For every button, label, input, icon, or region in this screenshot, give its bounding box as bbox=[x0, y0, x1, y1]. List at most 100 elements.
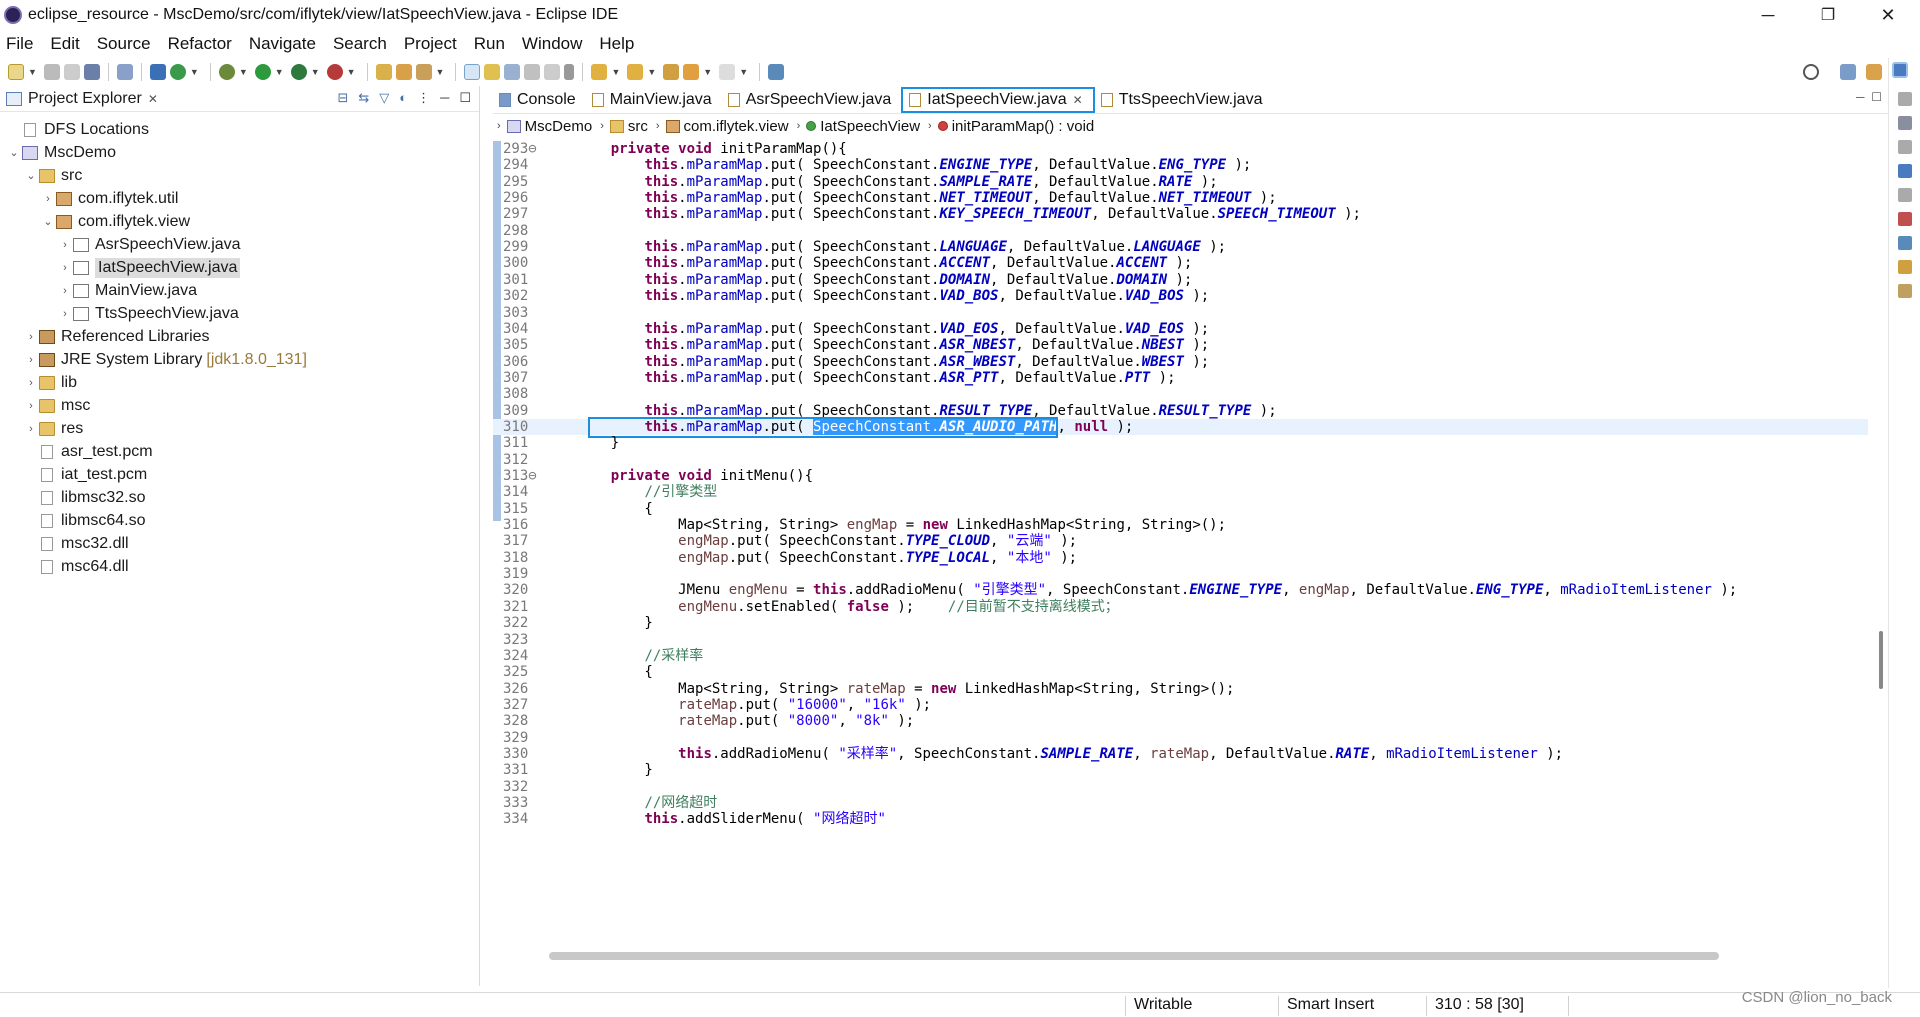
search-view-icon[interactable] bbox=[1897, 284, 1912, 298]
minimize-editor-icon[interactable]: ─ bbox=[1856, 90, 1865, 104]
forward-icon[interactable] bbox=[719, 64, 736, 80]
menu-search[interactable]: Search bbox=[333, 34, 387, 54]
code-line[interactable]: 313⊖ private void initMenu(){ bbox=[493, 468, 1868, 484]
code-line[interactable]: 303 bbox=[493, 305, 1868, 321]
word-wrap-icon[interactable] bbox=[524, 64, 541, 80]
tree-item[interactable]: › JRE System Library [jdk1.8.0_131] bbox=[0, 348, 479, 371]
code-line[interactable]: 311 } bbox=[493, 435, 1868, 451]
tab-iatspeechview-java[interactable]: IatSpeechView.java ✕ bbox=[901, 87, 1095, 113]
tree-item[interactable]: › TtsSpeechView.java bbox=[0, 302, 479, 325]
task-list-icon[interactable] bbox=[1897, 116, 1912, 130]
javadoc-icon[interactable] bbox=[1897, 236, 1912, 250]
code-line[interactable]: 305 this.mParamMap.put( SpeechConstant.A… bbox=[493, 337, 1868, 353]
refresh-icon[interactable] bbox=[169, 64, 186, 80]
tree-item[interactable]: › AsrSpeechView.java bbox=[0, 233, 479, 256]
code-line[interactable]: 319 bbox=[493, 566, 1868, 582]
block-selection-icon[interactable] bbox=[504, 64, 521, 80]
code-line[interactable]: 328 rateMap.put( "8000", "8k" ); bbox=[493, 713, 1868, 729]
restore-view-icon[interactable] bbox=[1897, 140, 1912, 154]
collapsed-chevron-icon[interactable]: › bbox=[57, 308, 73, 320]
breadcrumb-separator-icon[interactable]: › bbox=[928, 120, 932, 132]
code-line[interactable]: 326 Map<String, String> rateMap = new Li… bbox=[493, 681, 1868, 697]
code-line[interactable]: 320 JMenu engMenu = this.addRadioMenu( "… bbox=[493, 582, 1868, 598]
external-tools-icon[interactable] bbox=[326, 64, 343, 80]
debug-icon[interactable] bbox=[218, 64, 235, 80]
tab-ttsspeechview-java[interactable]: TtsSpeechView.java bbox=[1095, 87, 1273, 113]
vertical-scrollbar[interactable] bbox=[1874, 141, 1888, 966]
outline-icon[interactable] bbox=[1897, 164, 1912, 178]
code-line[interactable]: 329 bbox=[493, 730, 1868, 746]
restore-view-icon[interactable] bbox=[1897, 188, 1912, 202]
menu-window[interactable]: Window bbox=[522, 34, 582, 54]
code-line[interactable]: 301 this.mParamMap.put( SpeechConstant.D… bbox=[493, 272, 1868, 288]
tab-console[interactable]: Console bbox=[493, 87, 586, 113]
tab-asrspeechview-java[interactable]: AsrSpeechView.java bbox=[722, 87, 902, 113]
breadcrumb-separator-icon[interactable]: › bbox=[497, 120, 501, 132]
run-icon[interactable] bbox=[254, 64, 271, 80]
tree-item[interactable]: › Referenced Libraries bbox=[0, 325, 479, 348]
tree-item[interactable]: › msc bbox=[0, 394, 479, 417]
code-line[interactable]: 306 this.mParamMap.put( SpeechConstant.A… bbox=[493, 354, 1868, 370]
code-line[interactable]: 304 this.mParamMap.put( SpeechConstant.V… bbox=[493, 321, 1868, 337]
breadcrumb-item[interactable]: src bbox=[609, 118, 648, 135]
tree-item[interactable]: DFS Locations bbox=[0, 118, 479, 141]
code-editor[interactable]: 293⊖ private void initParamMap(){294 thi… bbox=[493, 141, 1868, 966]
code-line[interactable]: 314 //引擎类型 bbox=[493, 484, 1868, 500]
open-type-icon[interactable] bbox=[375, 64, 392, 80]
focus-icon[interactable]: ◐ bbox=[399, 90, 407, 106]
breadcrumb-item[interactable]: IatSpeechView bbox=[806, 118, 920, 135]
maximize-editor-icon[interactable]: ☐ bbox=[1871, 90, 1882, 104]
breadcrumb-separator-icon[interactable]: › bbox=[656, 120, 660, 132]
maximize-view-icon[interactable]: ☐ bbox=[459, 90, 471, 106]
show-whitespace-icon[interactable] bbox=[544, 64, 561, 80]
code-line[interactable]: 293⊖ private void initParamMap(){ bbox=[493, 141, 1868, 157]
restore-view-icon[interactable] bbox=[1897, 92, 1912, 106]
problems-icon[interactable] bbox=[1897, 212, 1912, 226]
vertical-scroll-thumb[interactable] bbox=[1879, 631, 1883, 689]
horizontal-scrollbar[interactable] bbox=[549, 952, 1719, 960]
breadcrumb-separator-icon[interactable]: › bbox=[600, 120, 604, 132]
breadcrumb-item[interactable]: initParamMap() : void bbox=[937, 118, 1094, 135]
minimize-view-icon[interactable]: ─ bbox=[440, 90, 449, 106]
tree-item[interactable]: msc64.dll bbox=[0, 555, 479, 578]
next-annotation-icon[interactable] bbox=[591, 64, 608, 80]
code-line[interactable]: 298 bbox=[493, 223, 1868, 239]
code-line[interactable]: 307 this.mParamMap.put( SpeechConstant.A… bbox=[493, 370, 1868, 386]
restore-button[interactable]: ❐ bbox=[1800, 0, 1856, 30]
menu-source[interactable]: Source bbox=[97, 34, 151, 54]
breadcrumb-item[interactable]: MscDemo bbox=[506, 118, 592, 135]
code-line[interactable]: 294 this.mParamMap.put( SpeechConstant.E… bbox=[493, 157, 1868, 173]
close-icon[interactable]: ✕ bbox=[148, 92, 158, 106]
tree-item[interactable]: libmsc64.so bbox=[0, 509, 479, 532]
tree-item[interactable]: iat_test.pcm bbox=[0, 463, 479, 486]
code-line[interactable]: 325 { bbox=[493, 664, 1868, 680]
toggle-mark-occurrences-icon[interactable] bbox=[464, 64, 481, 80]
code-line[interactable]: 330 this.addRadioMenu( "采样率", SpeechCons… bbox=[493, 746, 1868, 762]
menu-navigate[interactable]: Navigate bbox=[249, 34, 316, 54]
code-line[interactable]: 334 this.addSliderMenu( "网络超时" bbox=[493, 811, 1868, 827]
tree-item[interactable]: ⌄ src bbox=[0, 164, 479, 187]
collapsed-chevron-icon[interactable]: › bbox=[57, 239, 73, 251]
open-perspective-icon[interactable] bbox=[1840, 64, 1856, 80]
code-line[interactable]: 317 engMap.put( SpeechConstant.TYPE_CLOU… bbox=[493, 533, 1868, 549]
menu-run[interactable]: Run bbox=[474, 34, 505, 54]
new-icon[interactable] bbox=[8, 64, 24, 80]
toggle-highlight-icon[interactable] bbox=[484, 64, 501, 80]
collapsed-chevron-icon[interactable]: › bbox=[23, 400, 39, 412]
tree-item[interactable]: › com.iflytek.util bbox=[0, 187, 479, 210]
code-line[interactable]: 299 this.mParamMap.put( SpeechConstant.L… bbox=[493, 239, 1868, 255]
code-line[interactable]: 333 //网络超时 bbox=[493, 795, 1868, 811]
link-with-editor-icon[interactable]: ⇆ bbox=[358, 90, 369, 106]
code-line[interactable]: 315 { bbox=[493, 501, 1868, 517]
tab-project-explorer[interactable]: Project Explorer ✕ bbox=[0, 90, 158, 108]
menu-file[interactable]: File bbox=[6, 34, 33, 54]
previous-annotation-icon[interactable] bbox=[627, 64, 644, 80]
code-line[interactable]: 332 bbox=[493, 779, 1868, 795]
close-tab-icon[interactable]: ✕ bbox=[1073, 93, 1083, 107]
code-line[interactable]: 297 this.mParamMap.put( SpeechConstant.K… bbox=[493, 206, 1868, 222]
tree-item[interactable]: › res bbox=[0, 417, 479, 440]
save-all-icon[interactable] bbox=[63, 64, 80, 80]
code-line[interactable]: 300 this.mParamMap.put( SpeechConstant.A… bbox=[493, 255, 1868, 271]
filter-icon[interactable]: ▽ bbox=[379, 90, 389, 106]
code-line[interactable]: 324 //采样率 bbox=[493, 648, 1868, 664]
